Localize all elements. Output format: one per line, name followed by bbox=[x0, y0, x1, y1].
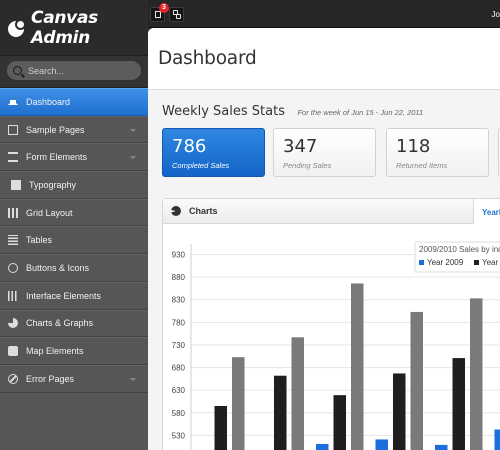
search-input[interactable] bbox=[28, 65, 128, 76]
info-icon bbox=[11, 179, 21, 190]
sidebar-item-label: Typography bbox=[29, 179, 77, 190]
sales-bar-chart: 480530580630680730780830880930Week 18Wee… bbox=[172, 241, 500, 450]
bar bbox=[452, 358, 465, 450]
grid-icon bbox=[8, 207, 18, 218]
sidebar-nav: Dashboard Sample Pages Form Elements Typ… bbox=[0, 88, 148, 393]
bar bbox=[333, 395, 346, 450]
sidebar-item-label: Sample Pages bbox=[26, 124, 85, 135]
stat-value: 786 bbox=[172, 136, 207, 157]
bar bbox=[291, 337, 304, 450]
bar bbox=[494, 429, 500, 450]
windows-button[interactable] bbox=[169, 7, 184, 22]
y-tick-label: 780 bbox=[172, 318, 186, 327]
page-title: Dashboard bbox=[158, 48, 257, 69]
sidebar-item-label: Charts & Graphs bbox=[26, 318, 94, 329]
chevron-down-icon bbox=[130, 377, 136, 381]
stats-subtitle: For the week of Jun 15 - Jun 22, 2011 bbox=[297, 108, 424, 117]
stats-title: Weekly Sales Stats bbox=[162, 104, 285, 119]
bar bbox=[232, 357, 245, 450]
ban-icon bbox=[8, 373, 18, 384]
bar bbox=[435, 444, 448, 450]
bar bbox=[393, 373, 406, 450]
sidebar-item-grid-layout[interactable]: Grid Layout bbox=[0, 198, 148, 227]
y-tick-label: 580 bbox=[172, 409, 186, 418]
y-tick-label: 730 bbox=[172, 341, 186, 350]
sidebar-item-charts-graphs[interactable]: Charts & Graphs bbox=[0, 309, 148, 338]
chevron-down-icon bbox=[130, 156, 136, 160]
sidebar-item-label: Map Elements bbox=[26, 346, 84, 357]
sidebar-item-label: Dashboard bbox=[26, 96, 71, 107]
sidebar-item-label: Tables bbox=[26, 235, 53, 246]
stat-value: 118 bbox=[396, 136, 431, 157]
charts-panel: Charts Yearly 48053058063068073078083088… bbox=[162, 198, 500, 450]
sidebar-item-form-elements[interactable]: Form Elements bbox=[0, 143, 148, 172]
y-tick-label: 880 bbox=[172, 273, 186, 282]
stat-card-completed[interactable]: 786 Completed Sales bbox=[162, 128, 265, 177]
user-name[interactable]: Jo bbox=[492, 10, 500, 19]
y-tick-label: 630 bbox=[172, 386, 186, 395]
bar bbox=[410, 311, 423, 450]
legend-swatch bbox=[419, 260, 424, 265]
bar bbox=[351, 283, 364, 450]
chart-title: 2009/2010 Sales by ind bbox=[419, 245, 500, 254]
sidebar-item-map-elements[interactable]: Map Elements bbox=[0, 337, 148, 365]
y-tick-label: 830 bbox=[172, 296, 186, 305]
pie-chart-icon bbox=[171, 206, 181, 216]
sidebar-item-label: Interface Elements bbox=[26, 290, 102, 301]
y-tick-label: 680 bbox=[172, 364, 186, 373]
bar bbox=[375, 439, 388, 450]
sidebar-item-label: Buttons & Icons bbox=[26, 262, 90, 273]
logo-icon bbox=[8, 18, 26, 37]
sidebar-item-interface-elements[interactable]: Interface Elements bbox=[0, 281, 148, 310]
bar bbox=[470, 298, 483, 450]
home-icon bbox=[8, 95, 18, 105]
search-bar bbox=[0, 56, 148, 88]
y-tick-label: 530 bbox=[172, 431, 186, 440]
notification-badge: 3 bbox=[159, 3, 169, 13]
page-header: Dashboard bbox=[148, 28, 500, 90]
bar bbox=[274, 375, 287, 450]
brand-title: Canvas Admin bbox=[31, 7, 98, 48]
stat-label: Pending Sales bbox=[283, 161, 332, 170]
legend-label: Year 2009 bbox=[427, 258, 464, 267]
brand[interactable]: Canvas Admin bbox=[0, 0, 148, 56]
list-icon bbox=[8, 235, 18, 246]
sidebar-item-label: Grid Layout bbox=[26, 207, 73, 218]
legend-swatch bbox=[474, 260, 479, 265]
stat-value: 347 bbox=[283, 136, 318, 157]
sidebar-item-label: Error Pages bbox=[26, 373, 75, 384]
circle-icon bbox=[8, 262, 18, 273]
y-tick-label: 930 bbox=[172, 251, 186, 260]
sidebar-item-sample-pages[interactable]: Sample Pages bbox=[0, 115, 148, 144]
tab-yearly[interactable]: Yearly bbox=[473, 199, 500, 224]
pie-chart-icon bbox=[8, 318, 18, 329]
charts-panel-title: Charts bbox=[189, 206, 218, 216]
main-content: Dashboard Weekly Sales Stats For the wee… bbox=[148, 28, 500, 450]
stat-card-returned[interactable]: 118 Returned Items bbox=[386, 128, 489, 177]
search-icon bbox=[13, 66, 22, 75]
legend-label: Year 20 bbox=[482, 258, 500, 267]
sidebar-item-label: Form Elements bbox=[26, 152, 88, 163]
charts-panel-header: Charts Yearly bbox=[163, 199, 500, 224]
stat-card-pending[interactable]: 347 Pending Sales bbox=[273, 128, 376, 177]
stat-label: Completed Sales bbox=[172, 161, 230, 170]
page-icon bbox=[8, 124, 18, 135]
sidebar-item-typography[interactable]: Typography bbox=[0, 171, 148, 199]
sidebar-item-dashboard[interactable]: Dashboard bbox=[0, 88, 148, 116]
search-box[interactable] bbox=[7, 61, 141, 80]
sidebar-item-buttons-icons[interactable]: Buttons & Icons bbox=[0, 254, 148, 282]
chevron-down-icon bbox=[130, 128, 136, 132]
sidebar-item-error-pages[interactable]: Error Pages bbox=[0, 364, 148, 393]
sidebar: Canvas Admin Dashboard Sample Pages Form… bbox=[0, 0, 148, 450]
stat-label: Returned Items bbox=[396, 161, 448, 170]
stats-header: Weekly Sales Stats For the week of Jun 1… bbox=[162, 102, 423, 120]
top-bar: Jo bbox=[148, 0, 500, 28]
sliders-icon bbox=[8, 290, 18, 301]
map-icon bbox=[8, 346, 18, 357]
bar bbox=[316, 443, 329, 450]
sidebar-item-tables[interactable]: Tables bbox=[0, 226, 148, 255]
form-icon bbox=[8, 152, 18, 163]
bar bbox=[214, 406, 227, 450]
